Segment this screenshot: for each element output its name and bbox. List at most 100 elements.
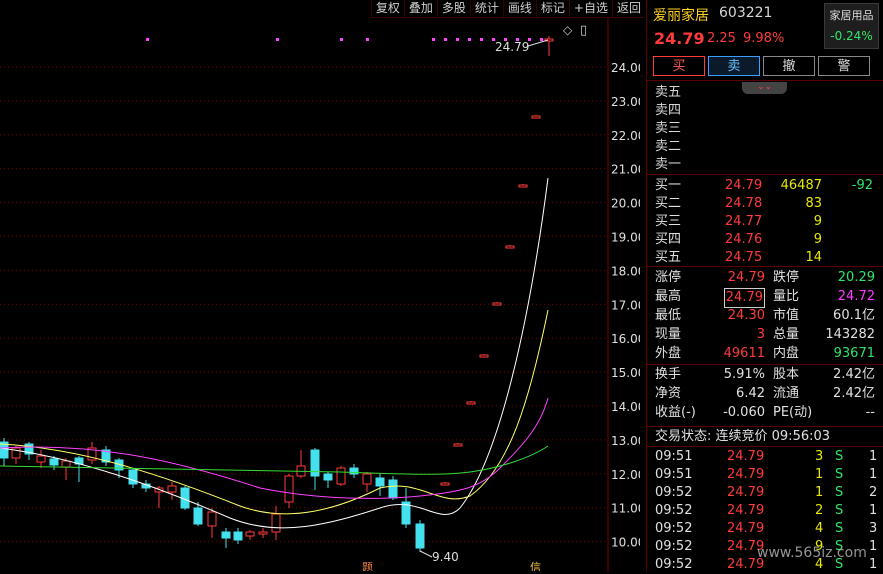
tick-time: 09:52 xyxy=(655,557,693,572)
candle-body xyxy=(440,482,450,486)
bid-row[interactable]: 买五 24.75 14 xyxy=(655,249,877,267)
stat-value: 24.30 xyxy=(727,308,765,323)
ma5-line xyxy=(0,177,549,529)
bid-price: 24.77 xyxy=(725,214,763,229)
ask-label: 卖一 xyxy=(655,157,682,172)
fund-value: 2.42亿 xyxy=(833,367,875,382)
fund-label: 净资 xyxy=(655,386,682,401)
candle-body xyxy=(415,523,425,549)
marker-left-badge: 题 xyxy=(362,561,373,571)
tick-side: S xyxy=(835,467,844,482)
stat-label: 外盘 xyxy=(655,346,682,361)
alert-button[interactable]: 警 xyxy=(818,56,870,76)
tick-time: 09:52 xyxy=(655,539,693,554)
fund-label: 股本 xyxy=(773,367,800,382)
stat-value: 143282 xyxy=(825,327,875,342)
candle-body xyxy=(271,513,281,533)
candle-body xyxy=(453,443,463,447)
ma10-line xyxy=(0,309,549,515)
fund-label: 收益(-) xyxy=(655,405,696,420)
stat-value: 3 xyxy=(756,327,765,342)
bid-volume: 14 xyxy=(805,250,822,265)
candle-body xyxy=(284,475,294,503)
candle-body xyxy=(258,531,268,535)
stat-label: 涨停 xyxy=(655,270,682,285)
tick-count: 1 xyxy=(869,557,878,572)
y-axis-label: 15.00 xyxy=(611,366,640,380)
toolbar-multi-stock-button[interactable]: 多股 xyxy=(436,0,470,18)
candle-body xyxy=(167,485,177,493)
sector-pct: -0.24% xyxy=(830,29,873,43)
candle-body xyxy=(492,302,502,306)
bid-volume: 46487 xyxy=(780,178,822,193)
signal-dot xyxy=(456,38,459,41)
bid-row[interactable]: 买四 24.76 9 xyxy=(655,231,877,249)
y-axis-label: 16.00 xyxy=(611,332,640,346)
stat-label: 量比 xyxy=(773,289,800,304)
fund-value: -- xyxy=(865,405,875,420)
tick-time: 09:51 xyxy=(655,467,693,482)
tick-time: 09:52 xyxy=(655,485,693,500)
candle-body xyxy=(61,460,71,468)
ma20-line xyxy=(0,397,549,499)
kline-canvas[interactable]: 24.00 23.00 22.00 21.00 20.00 19.00 18.00 17.00… xyxy=(0,18,640,571)
candle-body xyxy=(49,458,59,466)
ask-row[interactable]: 卖三 xyxy=(655,120,877,138)
ask-row[interactable]: 卖一 xyxy=(655,156,877,174)
bid-label: 买二 xyxy=(655,196,682,211)
toolbar-stats-button[interactable]: 统计 xyxy=(469,0,503,18)
tick-volume: 4 xyxy=(815,521,824,536)
stat-value: 24.72 xyxy=(837,289,875,304)
toolbar-back-button[interactable]: 返回 xyxy=(611,0,645,18)
ask-label: 卖五 xyxy=(655,85,682,100)
candle-body xyxy=(388,479,398,499)
divider xyxy=(647,174,883,175)
y-axis-label: 11.00 xyxy=(611,502,640,516)
tick-side: S xyxy=(835,485,844,500)
y-axis-label: 12.00 xyxy=(611,468,640,482)
marker-right-badge: 信 xyxy=(530,561,541,571)
sector-box[interactable]: 家居用品 -0.24% xyxy=(824,3,879,49)
sector-name: 家居用品 xyxy=(829,9,874,22)
cancel-button[interactable]: 撤 xyxy=(763,56,815,76)
ask-row[interactable]: 卖四 xyxy=(655,102,877,120)
tick-price: 24.79 xyxy=(727,467,765,482)
expand-square-icon[interactable]: ▯ xyxy=(580,23,587,38)
toolbar-draw-line-button[interactable]: 画线 xyxy=(502,0,536,18)
bid-row[interactable]: 买二 24.78 83 xyxy=(655,195,877,213)
y-axis-label: 10.00 xyxy=(611,536,640,550)
toolbar-overlay-button[interactable]: 叠加 xyxy=(403,0,437,18)
bid-row[interactable]: 买三 24.77 9 xyxy=(655,213,877,231)
candle-body xyxy=(518,184,528,188)
bid-price: 24.79 xyxy=(725,178,763,193)
tick-count: 1 xyxy=(869,503,878,518)
candle-body xyxy=(245,531,255,537)
bid-label: 买五 xyxy=(655,250,682,265)
tick-side: S xyxy=(835,503,844,518)
ask-row[interactable]: 卖五 xyxy=(655,84,877,102)
bid-row[interactable]: 买一 24.79 46487 -92 xyxy=(655,177,877,195)
bid-price: 24.75 xyxy=(725,250,763,265)
toolbar-add-watchlist-button[interactable]: +自选 xyxy=(568,0,612,18)
bid-price: 24.78 xyxy=(725,196,763,211)
toolbar-mark-button[interactable]: 标记 xyxy=(535,0,569,18)
toolbar-fuquan-button[interactable]: 复权 xyxy=(370,0,404,18)
stock-change-pct: 9.98% xyxy=(743,31,785,46)
stock-change: 2.25 xyxy=(707,31,736,46)
stat-value: 24.79 xyxy=(727,270,765,285)
fund-value: -0.060 xyxy=(723,405,765,420)
bid-label: 买一 xyxy=(655,178,682,193)
tick-row: 09:51 24.79 1 S 1 xyxy=(655,466,877,484)
diamond-icon[interactable]: ◇ xyxy=(563,23,573,37)
stat-label: 跌停 xyxy=(773,270,800,285)
stock-name: 爱丽家居 xyxy=(653,8,709,24)
ask-row[interactable]: 卖二 xyxy=(655,138,877,156)
tick-side: S xyxy=(835,521,844,536)
candle-body xyxy=(207,511,217,527)
tick-price: 24.79 xyxy=(727,449,765,464)
fund-row: 换手 5.91% 股本 2.42亿 xyxy=(655,366,877,384)
sell-button[interactable]: 卖 xyxy=(708,56,760,76)
buy-button[interactable]: 买 xyxy=(653,56,705,76)
tick-count: 1 xyxy=(869,449,878,464)
kline-chart[interactable]: 24.00 23.00 22.00 21.00 20.00 19.00 18.00 17.00… xyxy=(0,18,640,571)
